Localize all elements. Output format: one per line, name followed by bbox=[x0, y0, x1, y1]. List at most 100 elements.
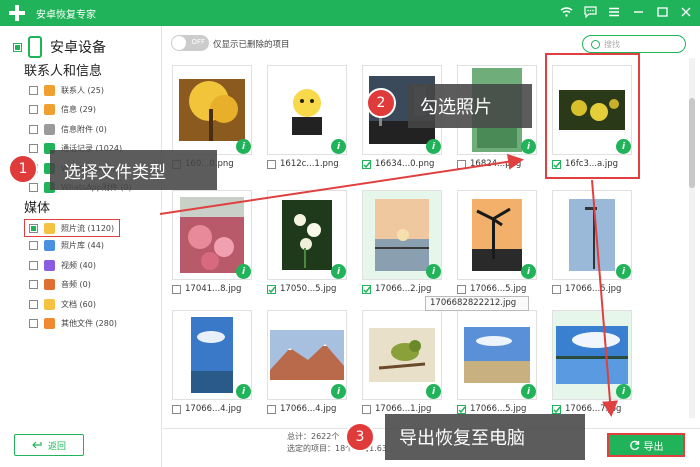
photo-filename: 17066...5.jpg bbox=[565, 284, 622, 294]
sidebar-item-checkbox[interactable] bbox=[29, 144, 38, 153]
photo-checkbox[interactable] bbox=[267, 404, 276, 414]
photo-checkbox[interactable] bbox=[267, 284, 276, 294]
photo-checkbox[interactable] bbox=[172, 404, 181, 414]
photo-tile[interactable]: i 17066...5.jpg bbox=[450, 303, 540, 423]
photo-checkbox[interactable] bbox=[457, 404, 466, 414]
info-icon[interactable]: i bbox=[426, 139, 441, 154]
sidebar-item-checkbox[interactable] bbox=[29, 105, 38, 114]
step1-number: 1 bbox=[8, 154, 38, 184]
photo-thumbnail[interactable]: i bbox=[267, 190, 347, 280]
info-icon[interactable]: i bbox=[331, 264, 346, 279]
minimize-icon[interactable] bbox=[630, 4, 646, 20]
photo-tile[interactable]: i 17066...1.jpg bbox=[355, 303, 445, 423]
photo-tile[interactable]: i 17041...8.jpg bbox=[165, 183, 255, 303]
info-icon[interactable]: i bbox=[426, 264, 441, 279]
sidebar-item[interactable]: 音频 (0) bbox=[29, 278, 91, 292]
message-icon bbox=[44, 104, 55, 115]
info-icon[interactable]: i bbox=[331, 139, 346, 154]
sidebar-item-checkbox[interactable] bbox=[29, 124, 38, 134]
contacts-icon bbox=[44, 84, 55, 96]
photo-thumbnail[interactable]: i bbox=[267, 310, 347, 400]
photo-tile[interactable]: i 17066...2.jpg bbox=[355, 183, 445, 303]
photo-checkbox[interactable] bbox=[172, 284, 181, 294]
attachment-icon bbox=[44, 123, 55, 135]
photo-tile[interactable]: i 17066...7.jpg bbox=[545, 303, 635, 423]
sidebar-item[interactable]: 信息附件 (0) bbox=[29, 122, 107, 136]
export-button[interactable]: 导出 bbox=[607, 433, 685, 457]
sidebar-item-checkbox[interactable] bbox=[29, 223, 38, 233]
photo-tile[interactable]: i 17066...5.jpg bbox=[450, 183, 540, 303]
show-deleted-toggle[interactable]: OFF bbox=[171, 35, 209, 51]
search-input[interactable]: 搜找 bbox=[582, 35, 686, 53]
photo-checkbox[interactable] bbox=[362, 404, 371, 414]
photo-checkbox[interactable] bbox=[267, 159, 276, 169]
sidebar-item-checkbox[interactable] bbox=[29, 319, 38, 328]
sidebar-item-checkbox[interactable] bbox=[29, 299, 38, 309]
photo-thumbnail[interactable]: i bbox=[172, 65, 252, 155]
info-icon[interactable]: i bbox=[521, 139, 536, 154]
photo-thumbnail[interactable]: i bbox=[172, 190, 252, 280]
photo-thumbnail[interactable]: i bbox=[552, 190, 632, 280]
sidebar-item[interactable]: 信息 (29) bbox=[29, 103, 96, 117]
photo-thumbnail[interactable]: i bbox=[457, 310, 537, 400]
photo-filename: 17066...4.jpg bbox=[280, 404, 337, 414]
photo-tile[interactable]: i 17066...4.jpg bbox=[165, 303, 255, 423]
photo-tile[interactable]: i 1612c...1.png bbox=[260, 58, 350, 178]
photo-tile[interactable]: i 17066...5.jpg bbox=[545, 183, 635, 303]
device-checkbox[interactable] bbox=[13, 42, 22, 52]
photo-checkbox[interactable] bbox=[552, 284, 561, 294]
menu-icon[interactable] bbox=[606, 4, 622, 20]
sidebar-item[interactable]: 照片库 (44) bbox=[29, 239, 104, 253]
step2-callout: 勾选照片 bbox=[408, 84, 532, 128]
close-icon[interactable] bbox=[678, 4, 694, 20]
sidebar-item-checkbox[interactable] bbox=[29, 260, 38, 270]
photo-filename-row: 17066...5.jpg bbox=[552, 284, 621, 294]
device-row[interactable]: 安卓设备 bbox=[13, 36, 106, 58]
photo-checkbox[interactable] bbox=[362, 284, 371, 294]
info-icon[interactable]: i bbox=[521, 384, 536, 399]
sidebar-item[interactable]: 其他文件 (280) bbox=[29, 317, 117, 331]
feedback-icon[interactable] bbox=[582, 4, 598, 20]
photo-filename-row: 17066...7.jpg bbox=[552, 404, 621, 414]
info-icon[interactable]: i bbox=[426, 384, 441, 399]
info-icon[interactable]: i bbox=[236, 264, 251, 279]
maximize-icon[interactable] bbox=[654, 4, 670, 20]
sidebar-item[interactable]: 文档 (60) bbox=[29, 297, 96, 311]
photo-thumbnail[interactable]: i bbox=[172, 310, 252, 400]
photo-thumbnail[interactable]: i bbox=[362, 190, 442, 280]
filename-tooltip: 1706682822212.jpg bbox=[425, 296, 529, 311]
photo-tile[interactable]: i 17050...5.jpg bbox=[260, 183, 350, 303]
sidebar-item-checkbox[interactable] bbox=[29, 241, 38, 250]
scrollbar-thumb[interactable] bbox=[689, 98, 695, 188]
photo-checkbox[interactable] bbox=[457, 284, 466, 294]
step3-callout: 导出恢复至电脑 bbox=[385, 414, 585, 460]
photo-tile[interactable]: i 17066...4.jpg bbox=[260, 303, 350, 423]
photo-checkbox[interactable] bbox=[362, 159, 371, 169]
section-contacts-title: 联系人和信息 bbox=[24, 64, 103, 79]
sidebar-item-checkbox[interactable] bbox=[29, 280, 38, 289]
wifi-icon[interactable] bbox=[558, 4, 574, 20]
sidebar-item-label: 照片流 (1120) bbox=[61, 223, 115, 233]
info-icon[interactable]: i bbox=[236, 139, 251, 154]
info-icon[interactable]: i bbox=[616, 264, 631, 279]
sidebar-item-checkbox[interactable] bbox=[29, 85, 38, 95]
info-icon[interactable]: i bbox=[521, 264, 536, 279]
photo-filename-row: 1612c...1.png bbox=[267, 159, 339, 169]
sidebar-item-checkbox[interactable] bbox=[29, 183, 38, 192]
back-button[interactable]: 返回 bbox=[14, 434, 84, 456]
photo-thumbnail[interactable]: i bbox=[267, 65, 347, 155]
info-icon[interactable]: i bbox=[236, 384, 251, 399]
photo-checkbox[interactable] bbox=[457, 159, 466, 169]
photo-thumbnail[interactable]: i bbox=[457, 190, 537, 280]
photo-checkbox[interactable] bbox=[552, 404, 561, 414]
photo-filename-row: 17066...1.jpg bbox=[362, 404, 431, 414]
info-icon[interactable]: i bbox=[616, 384, 631, 399]
scrollbar[interactable] bbox=[689, 58, 695, 418]
photo-thumbnail[interactable]: i bbox=[552, 310, 632, 400]
sidebar-item[interactable]: 视频 (40) bbox=[29, 258, 96, 272]
sidebar-item[interactable]: 联系人 (25) bbox=[29, 83, 104, 97]
device-label: 安卓设备 bbox=[50, 40, 106, 56]
sidebar-item[interactable]: 照片流 (1120) bbox=[24, 219, 121, 237]
info-icon[interactable]: i bbox=[331, 384, 346, 399]
photo-thumbnail[interactable]: i bbox=[362, 310, 442, 400]
